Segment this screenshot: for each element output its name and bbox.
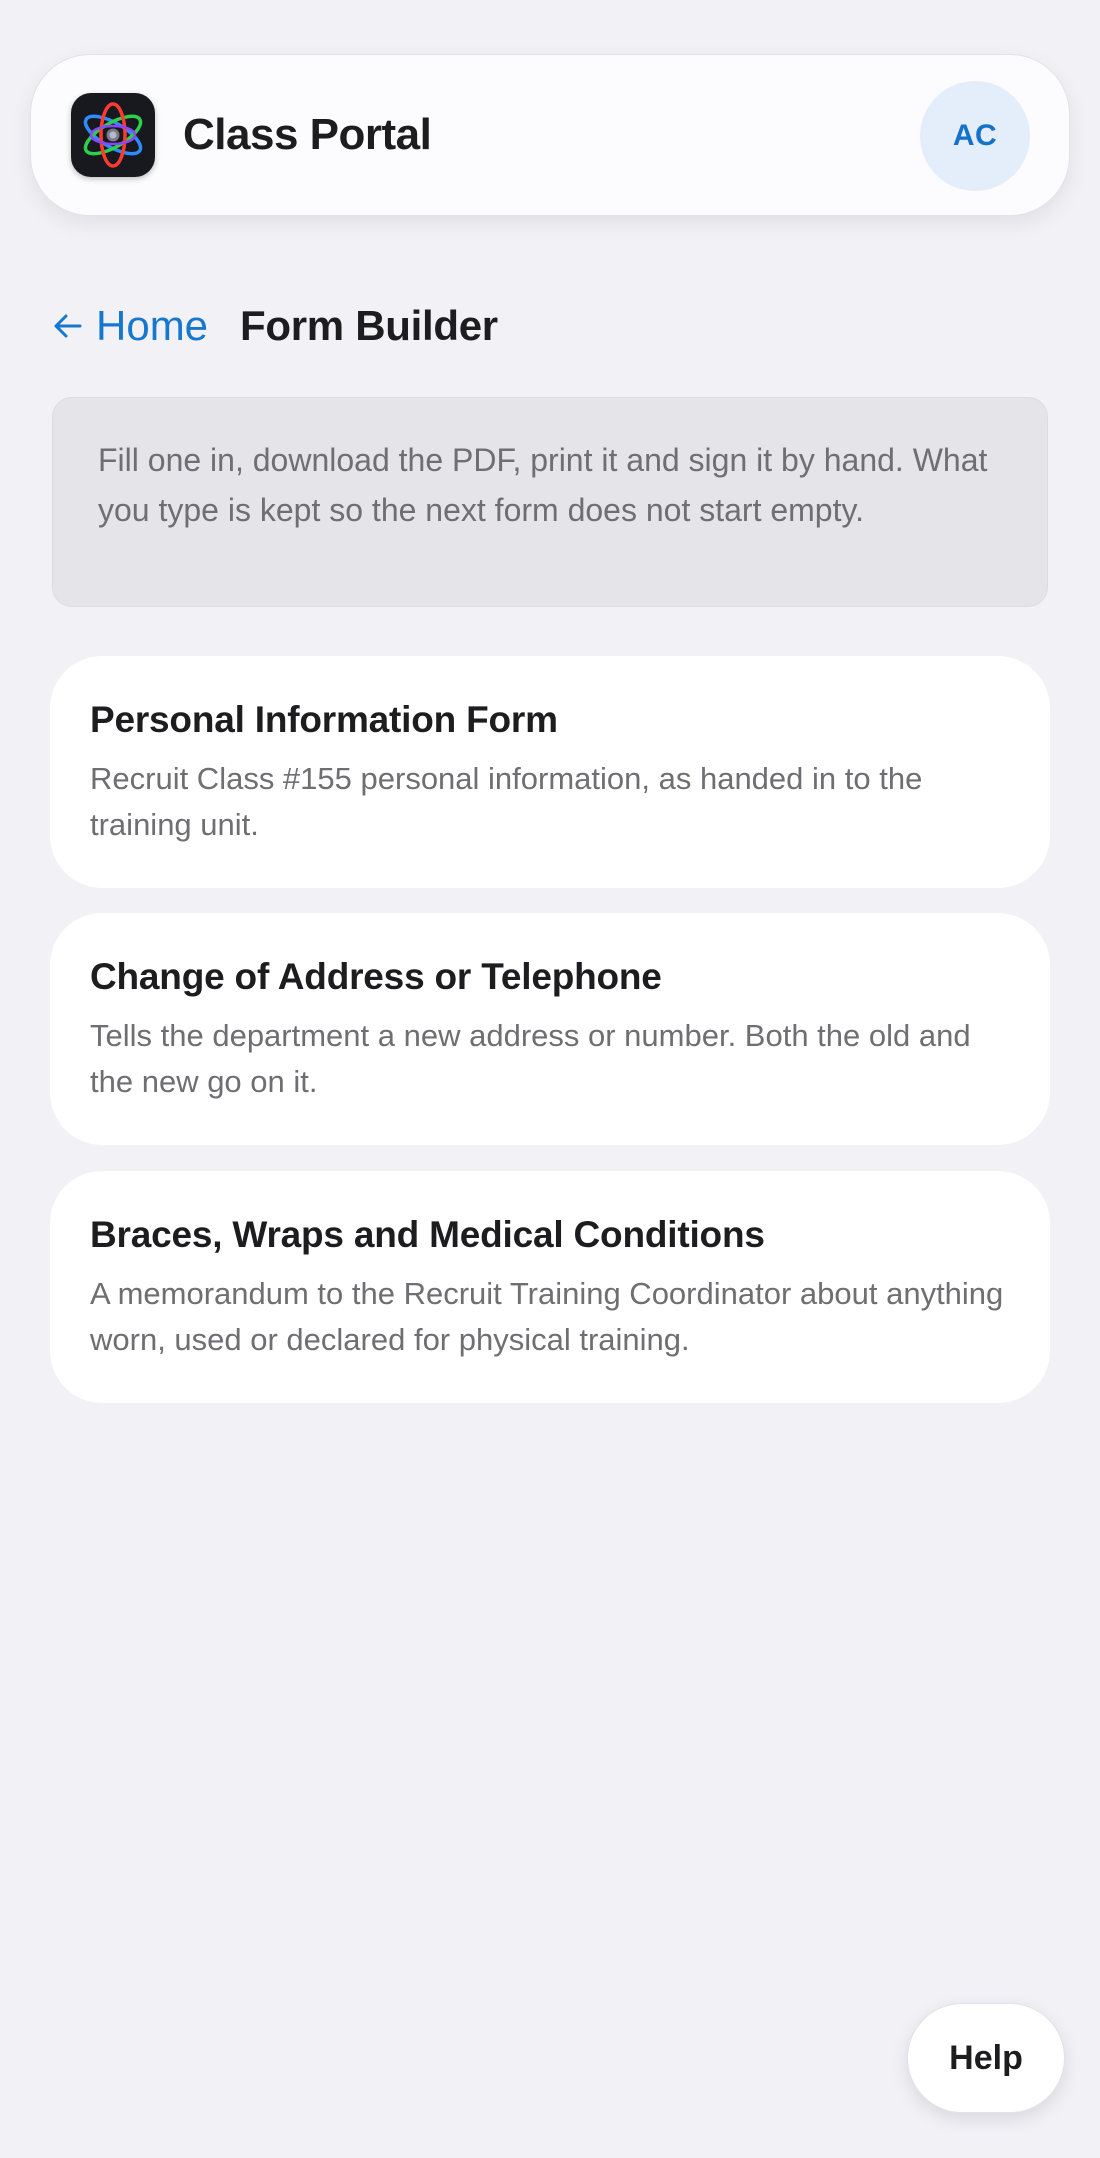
breadcrumb: Home Form Builder	[52, 300, 498, 352]
atom-icon[interactable]	[71, 93, 155, 177]
avatar[interactable]: AC	[920, 81, 1030, 191]
arrow-left-icon	[54, 314, 82, 338]
help-button[interactable]: Help	[907, 2003, 1065, 2113]
form-card-braces-wraps-medical[interactable]: Braces, Wraps and Medical Conditions A m…	[50, 1171, 1050, 1403]
form-card-change-of-address[interactable]: Change of Address or Telephone Tells the…	[50, 913, 1050, 1145]
info-notice: Fill one in, download the PDF, print it …	[52, 397, 1048, 607]
page-title: Form Builder	[240, 302, 498, 349]
page: Class Portal AC Home Form Builder Fill o…	[0, 0, 1100, 2158]
back-home-label: Home	[96, 302, 209, 349]
form-card-description: A memorandum to the Recruit Training Coo…	[90, 1276, 1004, 1357]
form-card-title: Change of Address or Telephone	[90, 956, 662, 997]
form-card-title: Braces, Wraps and Medical Conditions	[90, 1214, 765, 1255]
app-title: Class Portal	[183, 110, 432, 159]
form-card-personal-information[interactable]: Personal Information Form Recruit Class …	[50, 656, 1050, 888]
form-card-description: Recruit Class #155 personal information,…	[90, 761, 923, 842]
form-card-description: Tells the department a new address or nu…	[90, 1018, 971, 1099]
app-header: Class Portal AC	[30, 54, 1070, 216]
back-home-link[interactable]: Home	[52, 302, 208, 350]
form-card-title: Personal Information Form	[90, 699, 558, 740]
